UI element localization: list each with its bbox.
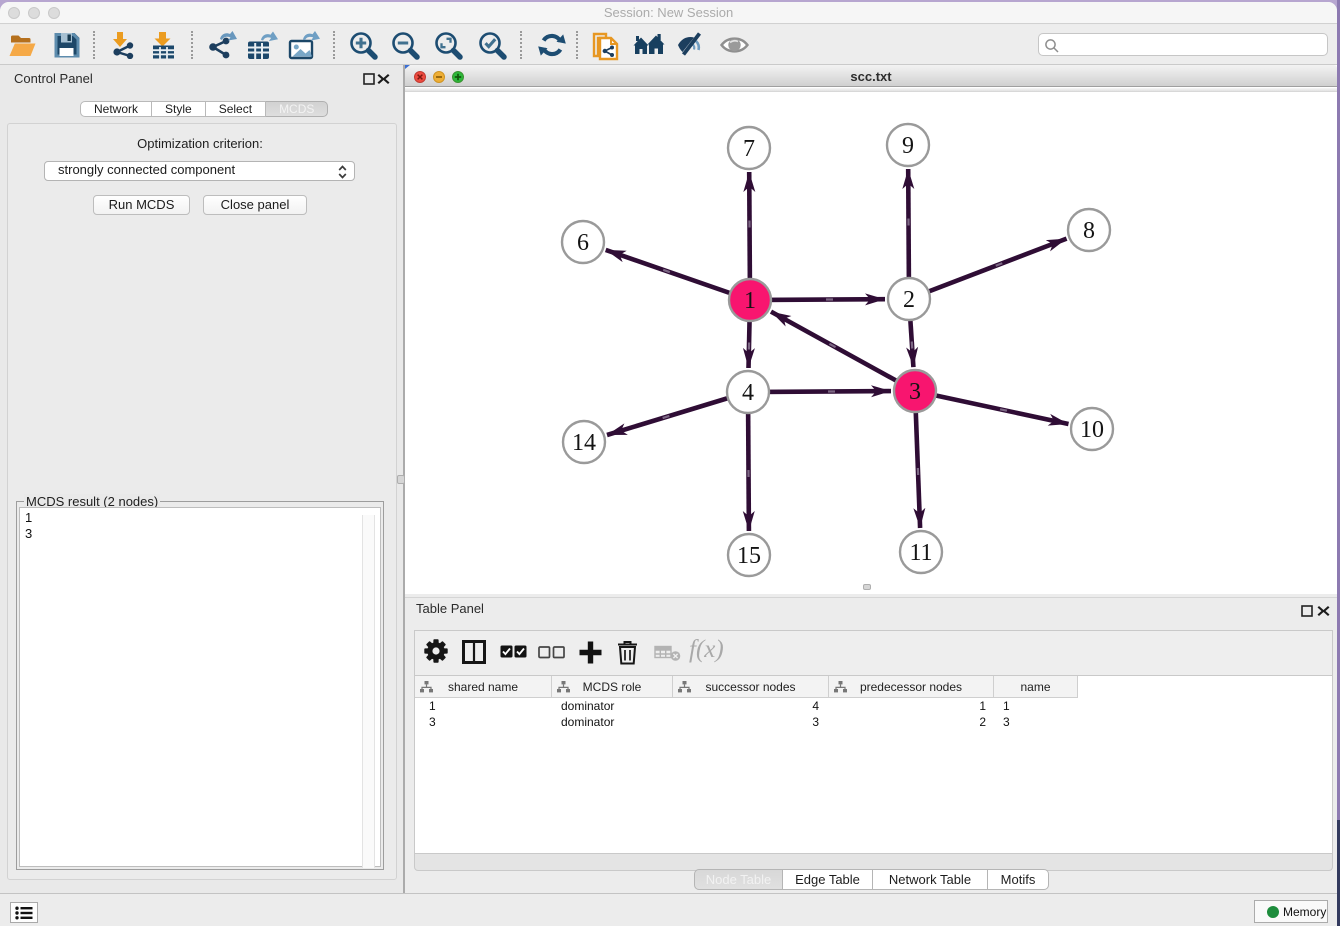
svg-text:8: 8 — [1083, 218, 1095, 244]
svg-text:6: 6 — [577, 230, 589, 256]
svg-text:14: 14 — [572, 430, 596, 456]
svg-text:11: 11 — [909, 540, 932, 566]
svg-text:1: 1 — [744, 288, 756, 314]
svg-text:4: 4 — [742, 380, 754, 406]
svg-text:9: 9 — [902, 133, 914, 159]
svg-text:2: 2 — [903, 287, 915, 313]
svg-text:10: 10 — [1080, 417, 1104, 443]
svg-text:7: 7 — [743, 136, 755, 162]
svg-text:15: 15 — [737, 543, 761, 569]
svg-text:3: 3 — [909, 379, 921, 405]
